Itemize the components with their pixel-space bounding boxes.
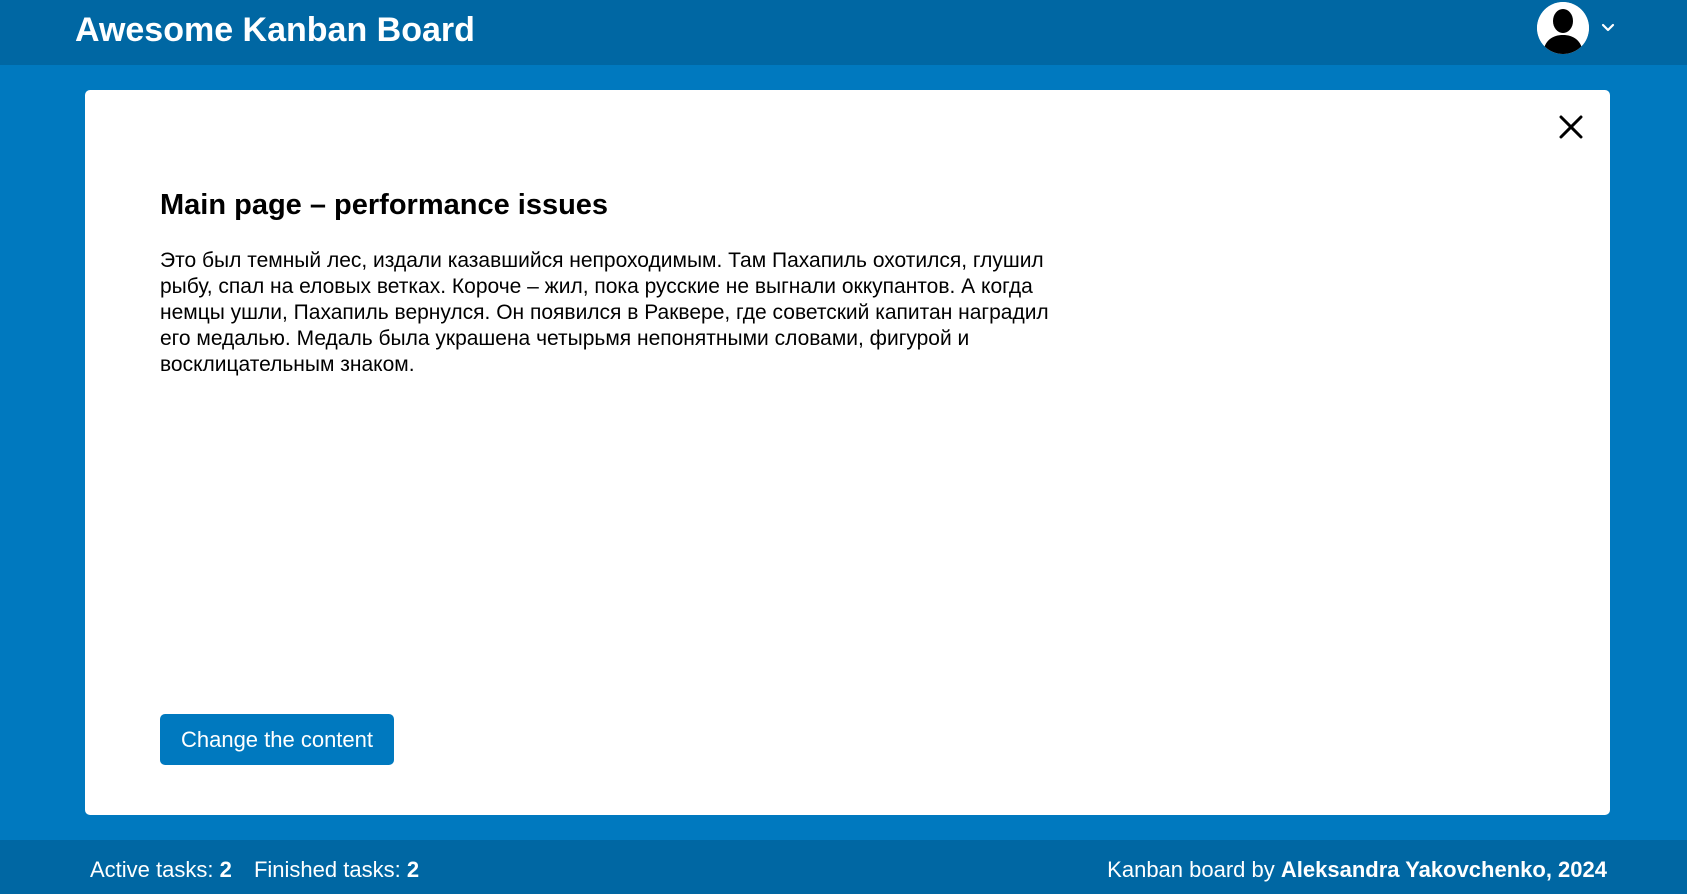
app-footer: Active tasks: 2 Finished tasks: 2 Kanban…	[0, 840, 1687, 894]
user-silhouette-icon[interactable]	[1537, 2, 1589, 54]
task-stats: Active tasks: 2 Finished tasks: 2	[90, 857, 435, 883]
app-header: Awesome Kanban Board	[0, 0, 1687, 65]
task-title: Main page – performance issues	[160, 189, 609, 221]
chevron-down-icon[interactable]	[1600, 20, 1616, 36]
app-title: Awesome Kanban Board	[75, 11, 475, 49]
close-icon[interactable]	[1554, 110, 1588, 144]
active-tasks-count: 2	[219, 857, 232, 882]
finished-tasks-stat: Finished tasks: 2	[254, 857, 419, 882]
active-tasks-label: Active tasks:	[90, 857, 220, 882]
footer-credit: Kanban board by Aleksandra Yakovchenko, …	[1107, 857, 1607, 883]
task-description: Это был темный лес, издали казавшийся не…	[160, 249, 1049, 376]
finished-tasks-label: Finished tasks:	[253, 857, 407, 882]
user-menu-button[interactable]	[1537, 2, 1617, 56]
change-content-button[interactable]: Change the content	[160, 714, 394, 765]
finished-tasks-count: 2	[406, 857, 420, 882]
task-detail-card: Main page – performance issues Это был т…	[85, 90, 1610, 815]
credit-author: Aleksandra Yakovchenko, 2024	[1280, 857, 1607, 882]
active-tasks-stat: Active tasks: 2	[90, 857, 232, 882]
credit-prefix: Kanban board by	[1107, 857, 1281, 882]
